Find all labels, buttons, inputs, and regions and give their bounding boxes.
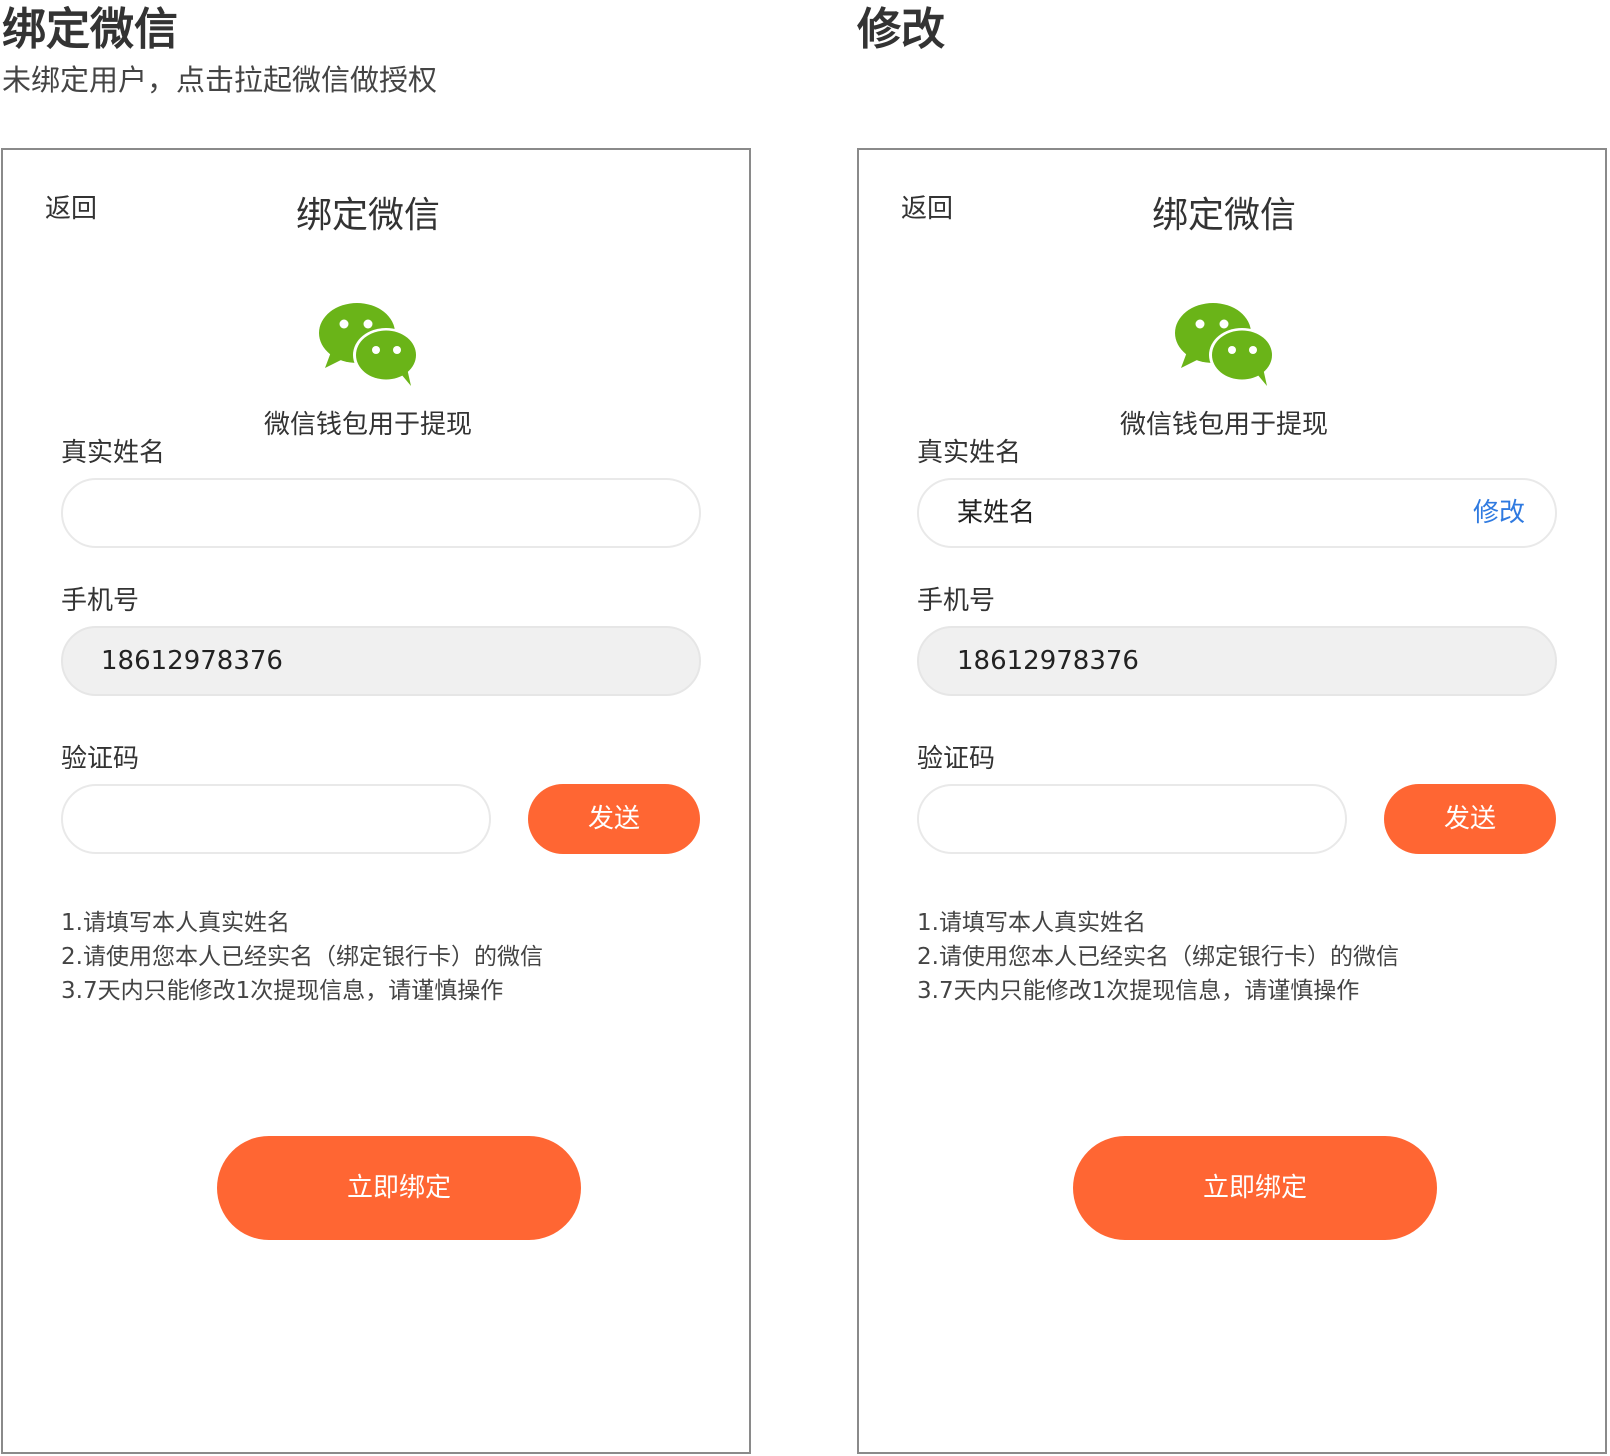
phone-label: 手机号 [61,586,140,616]
section-title-bind-wechat: 绑定微信 [2,4,178,55]
wechat-logo-icon [1175,303,1275,386]
phone-screen-modify: 返回 绑定微信 微信钱包用于提现 真实姓名 某姓名 修改 手机号 1861297… [857,148,1607,1454]
phone-input[interactable]: 18612978376 [61,626,701,696]
phone-screen-unbound: 返回 绑定微信 微信钱包用于提现 真实姓名 手机号 18612978376 验证… [1,148,751,1454]
note-item: 1.请填写本人真实姓名 [917,910,1146,936]
notes-list: 1.请填写本人真实姓名 2.请使用您本人已经实名（绑定银行卡）的微信 3.7天内… [61,906,543,1008]
bind-now-button[interactable]: 立即绑定 [1073,1136,1437,1240]
note-item: 2.请使用您本人已经实名（绑定银行卡）的微信 [917,944,1399,970]
nav-title: 绑定微信 [1151,195,1296,236]
send-code-button[interactable]: 发送 [528,784,700,854]
code-input[interactable] [917,784,1347,854]
bind-now-button[interactable]: 立即绑定 [217,1136,581,1240]
name-input-value: 某姓名 [957,498,1036,528]
nav-title: 绑定微信 [295,195,440,236]
note-item: 2.请使用您本人已经实名（绑定银行卡）的微信 [61,944,543,970]
name-input[interactable]: 某姓名 修改 [917,478,1557,548]
page: 绑定微信 未绑定用户，点击拉起微信做授权 修改 返回 绑定微信 微信钱包用于提现… [0,0,1610,1456]
section-subtitle: 未绑定用户，点击拉起微信做授权 [2,63,438,97]
note-item: 3.7天内只能修改1次提现信息，请谨慎操作 [61,978,504,1004]
name-input[interactable] [61,478,701,548]
note-item: 1.请填写本人真实姓名 [61,910,290,936]
phone-input-value: 18612978376 [101,646,283,676]
section-title-modify: 修改 [857,4,945,55]
name-label: 真实姓名 [917,438,1022,468]
phone-input[interactable]: 18612978376 [917,626,1557,696]
send-code-button[interactable]: 发送 [1384,784,1556,854]
wechat-logo-icon [319,303,419,386]
phone-input-value: 18612978376 [957,646,1139,676]
code-label: 验证码 [61,744,140,774]
note-item: 3.7天内只能修改1次提现信息，请谨慎操作 [917,978,1360,1004]
name-label: 真实姓名 [61,438,166,468]
name-edit-link[interactable]: 修改 [1473,480,1525,546]
code-input[interactable] [61,784,491,854]
code-label: 验证码 [917,744,996,774]
notes-list: 1.请填写本人真实姓名 2.请使用您本人已经实名（绑定银行卡）的微信 3.7天内… [917,906,1399,1008]
phone-label: 手机号 [917,586,996,616]
